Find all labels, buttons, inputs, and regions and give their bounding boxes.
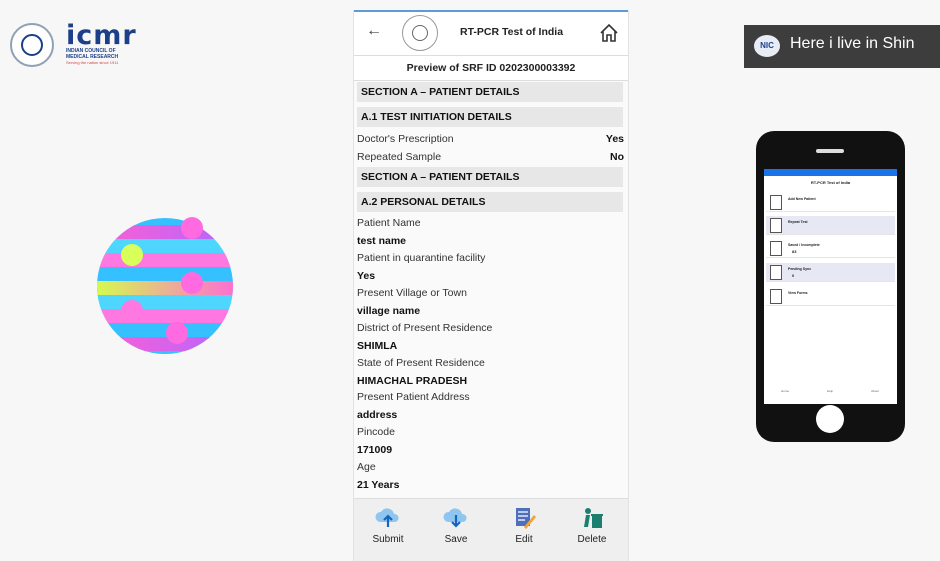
field-label: District of Present Residence bbox=[357, 322, 493, 334]
section-header: SECTION A – PATIENT DETAILS bbox=[357, 167, 623, 187]
phone-home-button bbox=[816, 405, 844, 433]
app-screen: ← RT-PCR Test of India Preview of SRF ID… bbox=[353, 10, 629, 561]
field-label: Patient in quarantine facility bbox=[357, 252, 486, 264]
menu-item-saved[interactable]: Saved / Incomplete 83 bbox=[766, 239, 895, 258]
action-bar: Submit Save Edit Delete bbox=[354, 498, 628, 561]
document-icon bbox=[770, 289, 782, 304]
app-title: RT-PCR Test of India bbox=[460, 26, 564, 38]
nav-help[interactable]: Help bbox=[815, 389, 845, 393]
menu-item-view-forms[interactable]: View Forms bbox=[766, 287, 895, 306]
decorative-globe-art bbox=[97, 217, 233, 354]
app-bar: ← RT-PCR Test of India bbox=[354, 10, 628, 57]
field-value: 21 Years bbox=[357, 479, 400, 491]
field-label: Present Patient Address bbox=[357, 391, 470, 403]
logo-tagline: Serving the nation since 1911 bbox=[66, 60, 119, 65]
field-value: No bbox=[610, 151, 624, 163]
field-value: HIMACHAL PRADESH bbox=[357, 375, 468, 387]
field-label: State of Present Residence bbox=[357, 357, 485, 369]
nic-logo: NIC bbox=[754, 35, 780, 57]
cloud-upload-icon bbox=[375, 508, 399, 527]
status-bar bbox=[764, 169, 897, 176]
srf-preview-header: Preview of SRF ID 0202300003392 bbox=[354, 55, 628, 81]
phone-mockup: RT-PCR Test of India Add New Patient Rep… bbox=[756, 131, 905, 442]
trash-icon bbox=[584, 508, 603, 528]
field-value: address bbox=[357, 409, 398, 421]
phone-screen: RT-PCR Test of India Add New Patient Rep… bbox=[764, 169, 897, 404]
field-value: 171009 bbox=[357, 444, 393, 456]
icmr-seal-icon bbox=[10, 23, 54, 67]
submit-label: Submit bbox=[372, 534, 404, 545]
field-label: Age bbox=[357, 461, 376, 473]
icmr-emblem-icon bbox=[402, 15, 438, 51]
mock-app-title: RT-PCR Test of India bbox=[810, 180, 851, 185]
subsection-header: A.1 TEST INITIATION DETAILS bbox=[357, 107, 623, 127]
save-label: Save bbox=[444, 534, 468, 545]
field-value: Yes bbox=[605, 133, 624, 145]
phone-speaker bbox=[816, 149, 844, 153]
document-icon bbox=[770, 241, 782, 256]
delete-label: Delete bbox=[577, 534, 607, 545]
submit-button[interactable]: Submit bbox=[358, 499, 418, 545]
document-icon bbox=[770, 218, 782, 233]
field-label: Pincode bbox=[357, 426, 395, 438]
edit-button[interactable]: Edit bbox=[494, 499, 554, 545]
video-title-banner: NIC Here i live in Shin bbox=[744, 25, 940, 68]
menu-item-pending-sync[interactable]: Pending Sync 0 bbox=[766, 263, 895, 282]
field-label: Repeated Sample bbox=[357, 151, 442, 163]
document-icon bbox=[770, 265, 782, 280]
field-value: test name bbox=[357, 235, 407, 247]
field-label: Patient Name bbox=[357, 217, 421, 229]
cloud-download-icon bbox=[443, 508, 467, 528]
field-value: SHIMLA bbox=[357, 340, 398, 352]
field-label: Doctor's Prescription bbox=[357, 133, 454, 145]
save-button[interactable]: Save bbox=[426, 499, 486, 545]
field-value: Yes bbox=[357, 270, 376, 282]
subsection-header: A.2 PERSONAL DETAILS bbox=[357, 192, 623, 212]
menu-item-repeat-test[interactable]: Repeat Test bbox=[766, 216, 895, 235]
banner-text: Here i live in Shin bbox=[790, 35, 915, 52]
document-icon bbox=[770, 195, 782, 210]
back-arrow-icon[interactable]: ← bbox=[366, 22, 382, 40]
edit-label: Edit bbox=[515, 534, 533, 545]
delete-button[interactable]: Delete bbox=[562, 499, 622, 545]
logo-wordmark: icmr bbox=[66, 20, 137, 51]
home-icon[interactable] bbox=[598, 22, 620, 44]
nav-about[interactable]: About bbox=[860, 389, 890, 393]
field-value: village name bbox=[357, 305, 421, 317]
icmr-logo: icmr INDIAN COUNCIL OF MEDICAL RESEARCH … bbox=[10, 22, 137, 68]
bottom-nav: Home Help About bbox=[764, 387, 897, 404]
section-header: SECTION A – PATIENT DETAILS bbox=[357, 82, 623, 102]
video-frame: icmr INDIAN COUNCIL OF MEDICAL RESEARCH … bbox=[0, 0, 940, 561]
nav-home[interactable]: Home bbox=[770, 389, 800, 393]
edit-document-icon bbox=[516, 508, 536, 529]
field-label: Present Village or Town bbox=[357, 287, 467, 299]
menu-item-add-patient[interactable]: Add New Patient bbox=[766, 193, 895, 212]
